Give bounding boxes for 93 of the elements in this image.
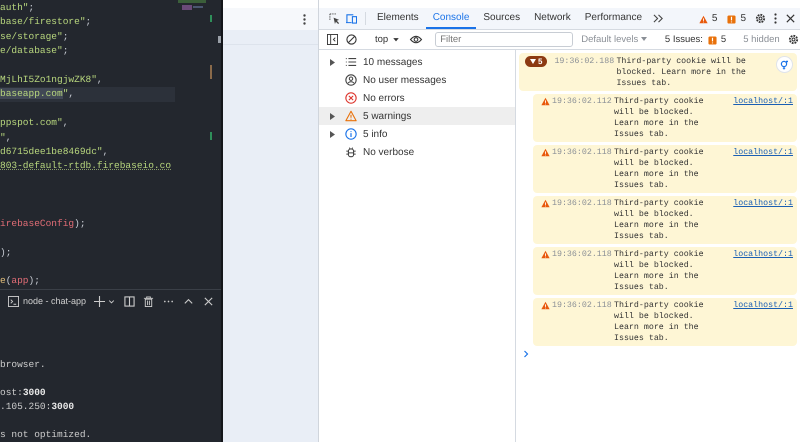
user-icon [345, 74, 357, 86]
warning-icon [698, 14, 708, 24]
prompt-icon[interactable] [523, 350, 530, 358]
code-line: irebaseConfig); [0, 218, 86, 229]
warning-icon [541, 97, 550, 106]
code-line: ); [0, 246, 12, 258]
sidebar-label: 5 warnings [363, 110, 412, 122]
warning-icon [541, 148, 550, 157]
sidebar-label: No user messages [363, 74, 446, 86]
sidebar-item[interactable]: No verbose [319, 143, 515, 161]
message-text: Third-party cookie will be blocked. Learn more in the Issues tab. [614, 300, 705, 344]
code-line: base/firestore"; [0, 16, 92, 28]
sidebar-label: No errors [363, 92, 405, 104]
settings-icon[interactable] [788, 34, 799, 45]
terminal-line: browser. [0, 359, 46, 370]
settings-icon[interactable] [755, 13, 766, 24]
code-line: ", [0, 132, 12, 143]
terminal-tab[interactable]: node - chat-app [23, 296, 86, 306]
devtools-tab[interactable]: Network [527, 8, 578, 29]
expand-arrow-icon[interactable] [329, 58, 336, 66]
devtools-tab[interactable]: Sources [476, 8, 528, 29]
message-text: Third-party cookie will be blocked. Learn more in the Issues tab. [616, 56, 747, 89]
warning-icon [541, 199, 550, 208]
timestamp: 19:36:02.118 [552, 147, 613, 158]
issue-count[interactable]: 5 [740, 13, 746, 24]
warning-icon [345, 110, 357, 122]
timestamp: 19:36:02.118 [552, 198, 613, 209]
kebab-menu-icon[interactable] [303, 14, 306, 24]
info-icon [345, 128, 357, 140]
issue-icon [727, 14, 736, 24]
message-text: Third-party cookie will be blocked. Learn more in the Issues tab. [614, 147, 705, 191]
inspect-icon[interactable] [329, 13, 340, 24]
source-link[interactable]: localhost/:1 [733, 300, 793, 311]
warning-count[interactable]: 5 [712, 13, 718, 24]
insight-button[interactable] [776, 56, 793, 73]
expand-arrow-icon[interactable] [329, 130, 336, 138]
source-link[interactable]: localhost/:1 [733, 198, 793, 209]
code-line: ppspot.com", [0, 117, 68, 128]
sidebar-item[interactable]: No errors [319, 89, 515, 107]
sidebar-toggle-icon[interactable] [327, 34, 338, 45]
source-link[interactable]: localhost/:1 [733, 96, 793, 107]
code-line: MjLhI5Zo1ngjwZK8", [0, 74, 103, 85]
code-line: baseapp.com", [0, 88, 74, 100]
caret-down-icon [640, 36, 647, 42]
sidebar-label: No verbose [363, 146, 414, 158]
more-tabs-icon[interactable] [653, 13, 664, 24]
expand-arrow-icon[interactable] [329, 112, 336, 120]
trash-icon[interactable] [143, 296, 154, 307]
code-line: se/storage"; [0, 30, 68, 42]
context-selector[interactable]: top [369, 34, 406, 45]
repeat-count-badge[interactable]: 5 [525, 56, 548, 67]
device-toolbar-icon[interactable] [346, 13, 357, 24]
sidebar-item[interactable]: 10 messages [319, 53, 515, 71]
bug-icon [345, 146, 357, 158]
timestamp: 19:36:02.188 [554, 56, 616, 67]
devtools-tab[interactable]: Elements [370, 8, 426, 29]
warning-icon [541, 301, 550, 310]
clear-icon[interactable] [346, 34, 357, 45]
code-line: e/database"; [0, 45, 68, 56]
sidebar-item[interactable]: No user messages [319, 71, 515, 89]
terminal-line: s not optimized. [0, 429, 92, 440]
devtools-tab[interactable]: Performance [578, 8, 650, 29]
filter-field[interactable]: Filter [435, 32, 574, 47]
eye-icon[interactable] [409, 34, 424, 45]
sidebar-label: 5 info [363, 128, 388, 140]
timestamp: 19:36:02.118 [552, 300, 613, 311]
message-text: Third-party cookie will be blocked. Learn more in the Issues tab. [614, 96, 705, 140]
terminal-line: ost:3000 [0, 387, 46, 398]
sidebar-item[interactable]: 5 info [319, 125, 515, 143]
code-line: d6715dee1be8469dc", [0, 146, 108, 157]
source-link[interactable]: localhost/:1 [733, 249, 793, 260]
code-line: auth"; [0, 2, 34, 13]
timestamp: 19:36:02.118 [552, 249, 613, 260]
sidebar-item[interactable]: 5 warnings [319, 107, 515, 125]
warning-icon [541, 250, 550, 259]
issue-icon [708, 36, 717, 44]
message-text: Third-party cookie will be blocked. Learn more in the Issues tab. [614, 198, 705, 242]
issues-label[interactable]: 5 Issues: [658, 34, 703, 45]
code-line: e(app); [0, 275, 40, 286]
error-icon [345, 92, 357, 104]
kebab-menu-icon[interactable] [774, 13, 777, 24]
message-text: Third-party cookie will be blocked. Learn more in the Issues tab. [614, 249, 705, 293]
timestamp: 19:36:02.112 [552, 96, 613, 107]
code-line: 803-default-rtdb.firebaseio.co [0, 160, 172, 172]
issue-count[interactable]: 5 [720, 34, 726, 45]
source-link[interactable]: localhost/:1 [733, 147, 793, 158]
split-icon[interactable] [124, 296, 136, 307]
close-icon[interactable] [785, 13, 796, 24]
terminal-line: .105.250:3000 [0, 401, 74, 412]
sidebar-label: 10 messages [363, 56, 422, 68]
terminal-icon [8, 296, 19, 307]
plus-icon[interactable] [94, 296, 106, 307]
list-icon [345, 56, 357, 68]
